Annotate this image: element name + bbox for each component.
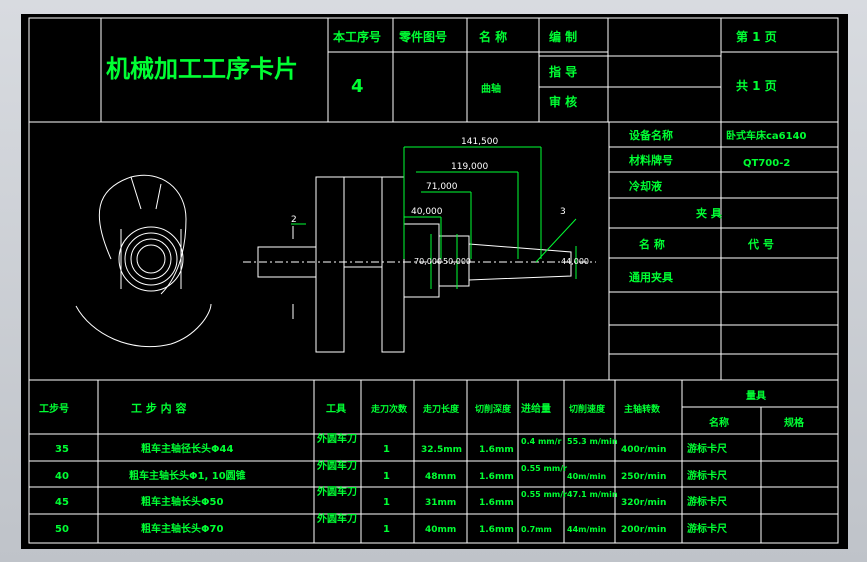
row-4-length: 40mm [425,525,456,535]
row-4-gauge: 游标卡尺 [687,522,727,535]
row-1-no: 35 [55,444,69,455]
table-row: 40 粗车主轴长头Φ1, 10圆锥 外圆车刀 1 48mm 1.6mm 0.55… [55,459,727,482]
fixture-label: 夹 具 [696,206,722,220]
row-4-passes: 1 [383,524,390,535]
dimension-lines [291,146,577,289]
equipment-label: 设备名称 [629,128,673,142]
row-4-feed: 0.7mm [521,525,552,534]
row-2-content: 粗车主轴长头Φ1, 10圆锥 [129,469,246,482]
fixture-code-label: 代 号 [747,237,774,251]
row-4-speed: 44m/min [567,525,606,534]
row-4-depth: 1.6mm [479,525,514,535]
hdr-depth: 切削深度 [475,403,512,415]
row-1-feed: 0.4 mm/r [521,437,562,446]
guide-label: 指 导 [549,64,577,79]
table-row: 35 粗车主轴径长头Φ44 外圆车刀 1 32.5mm 1.6mm 0.4 mm… [55,432,727,455]
row-3-speed: 47.1 m/min [567,490,618,499]
hdr-gauge-name: 名称 [709,416,729,429]
row-2-no: 40 [55,471,69,482]
row-4-spindle: 200r/min [621,525,666,535]
row-3-depth: 1.6mm [479,498,514,508]
row-3-no: 45 [55,497,69,508]
material-value: QT700-2 [743,158,790,169]
row-1-spindle: 400r/min [621,445,666,455]
name-label: 名 称 [479,29,507,44]
hdr-feed: 进给量 [521,402,551,415]
row-2-spindle: 250r/min [621,472,666,482]
hdr-spindle: 主轴转数 [624,403,661,415]
drawing-canvas[interactable]: 141,500 119,000 71,000 40,000 2 3 70,000… [21,14,848,549]
dim-71000: 71,000 [426,182,458,192]
row-2-speed: 40m/min [567,472,606,481]
dim-141500: 141,500 [461,137,498,147]
process-no-value: 4 [351,76,364,97]
row-1-gauge: 游标卡尺 [687,442,727,455]
table-row: 45 粗车主轴长头Φ50 外圆车刀 1 31mm 1.6mm 0.55 mm/r… [55,485,727,508]
fixture-name-label: 名 称 [639,237,665,251]
hdr-passes: 走刀次数 [370,403,408,415]
row-3-length: 31mm [425,498,456,508]
row-2-gauge: 游标卡尺 [687,469,727,482]
coolant-label: 冷却液 [629,179,663,193]
cad-viewport: 141,500 119,000 71,000 40,000 2 3 70,000… [0,0,867,562]
process-no-label: 本工序号 [333,29,381,44]
fixture-name-value: 通用夹具 [629,270,673,284]
table-row: 50 粗车主轴长头Φ70 外圆车刀 1 40mm 1.6mm 0.7mm 44m… [55,512,727,535]
dim-40000: 40,000 [411,207,443,217]
dim-44000: 44,000 [561,257,589,266]
row-1-content: 粗车主轴径长头Φ44 [141,442,233,455]
row-4-content: 粗车主轴长头Φ70 [141,522,223,535]
hdr-speed: 切削速度 [569,403,606,415]
row-3-spindle: 320r/min [621,498,666,508]
dim-3: 3 [560,207,566,217]
row-2-tool: 外圆车刀 [316,459,357,472]
dim-70000: 70,000 [414,257,442,266]
row-2-passes: 1 [383,471,390,482]
equipment-value: 卧式车床ca6140 [726,129,807,142]
row-3-passes: 1 [383,497,390,508]
material-label: 材料牌号 [629,153,673,167]
row-1-tool: 外圆车刀 [316,432,357,445]
hdr-step-no: 工步号 [39,402,69,415]
row-1-length: 32.5mm [421,445,462,455]
part-name-value: 曲轴 [481,82,501,95]
dim-2: 2 [291,215,297,225]
row-4-no: 50 [55,524,69,535]
row-2-length: 48mm [425,472,456,482]
row-1-speed: 55.3 m/min [567,437,618,446]
row-3-feed: 0.55 mm/r [521,490,567,499]
row-3-content: 粗车主轴长头Φ50 [141,495,223,508]
row-1-passes: 1 [383,444,390,455]
dim-50000: 50,000 [443,257,471,266]
process-card-drawing: 141,500 119,000 71,000 40,000 2 3 70,000… [28,17,839,544]
row-2-feed: 0.55 mm/r [521,464,567,473]
row-3-tool: 外圆车刀 [316,485,357,498]
hdr-length: 走刀长度 [422,403,460,415]
crank-end-view [75,174,212,348]
page-label: 第 1 页 [736,29,777,44]
part-drawing-label: 零件图号 [398,29,447,44]
prepared-label: 编 制 [548,29,577,44]
hdr-tool: 工具 [326,403,346,415]
total-label: 共 1 页 [736,78,777,93]
row-3-gauge: 游标卡尺 [687,495,727,508]
card-title: 机械加工工序卡片 [106,55,298,83]
hdr-gauge-spec: 规格 [784,416,805,429]
review-label: 审 核 [549,94,577,109]
row-1-depth: 1.6mm [479,445,514,455]
row-2-depth: 1.6mm [479,472,514,482]
hdr-gauge: 量具 [746,389,766,402]
hdr-content: 工 步 内 容 [131,401,187,415]
row-4-tool: 外圆车刀 [316,512,357,525]
dim-119000: 119,000 [451,162,488,172]
